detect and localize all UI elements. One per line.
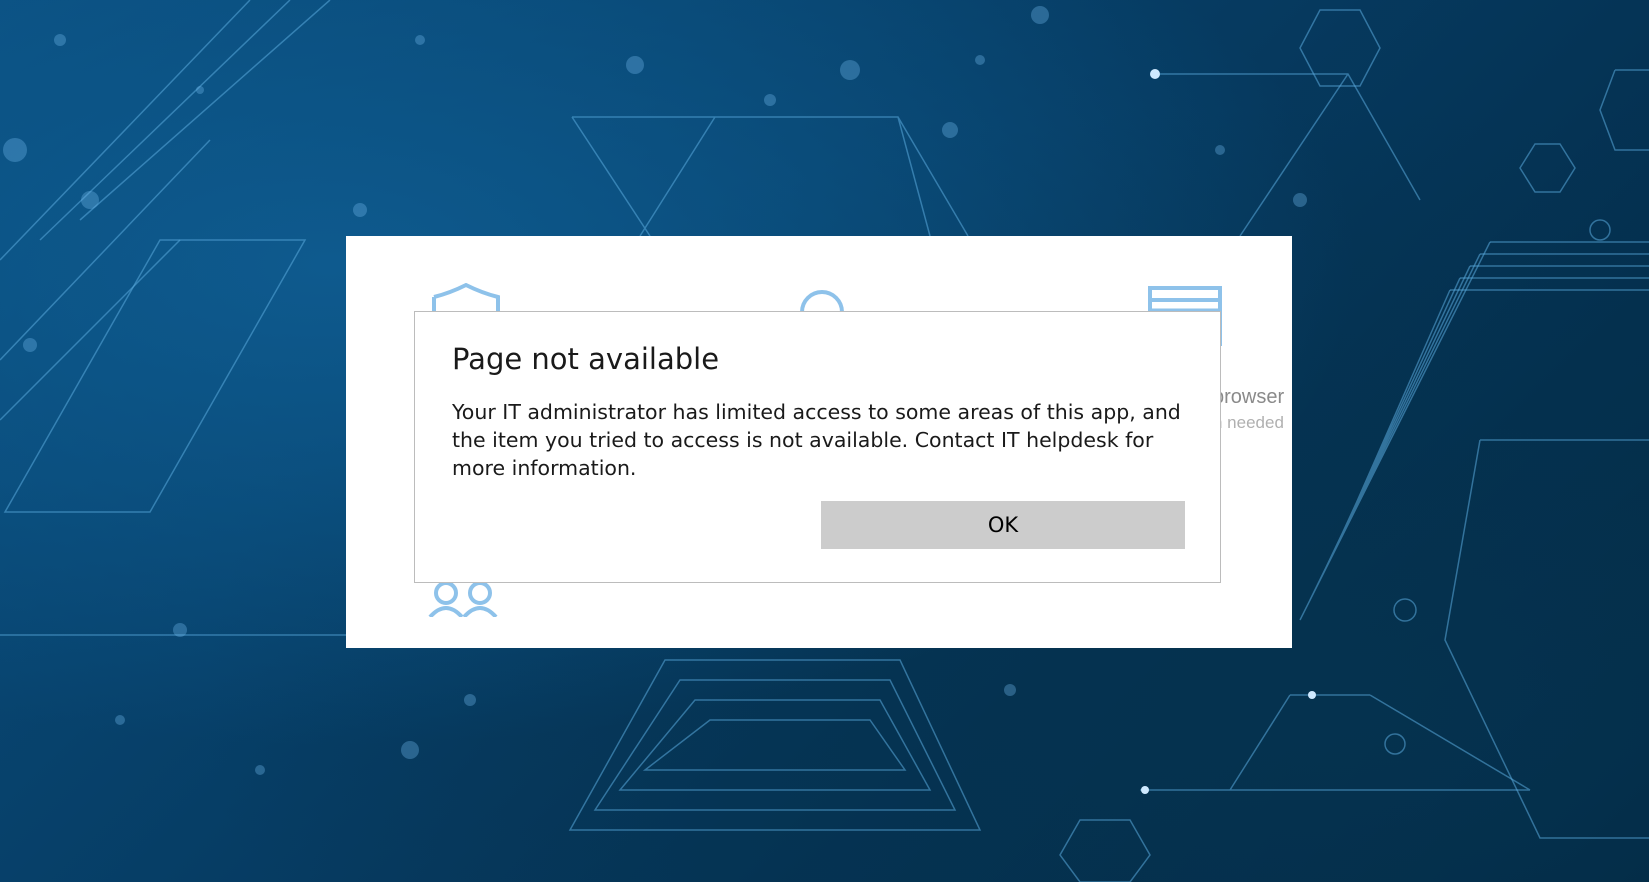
browser-tile-title: browser <box>1213 386 1285 408</box>
ok-button[interactable]: OK <box>821 501 1185 549</box>
page-not-available-dialog: Page not available Your IT administrator… <box>414 311 1221 583</box>
family-icon <box>428 581 498 617</box>
desktop-wallpaper: browser n needed Page not available Your… <box>0 0 1649 882</box>
browser-tile-text: browser n needed <box>1213 386 1291 433</box>
person-icon <box>800 290 844 312</box>
dialog-title: Page not available <box>452 342 720 376</box>
browser-tile-status: n needed <box>1213 413 1284 432</box>
dialog-message: Your IT administrator has limited access… <box>452 400 1181 480</box>
